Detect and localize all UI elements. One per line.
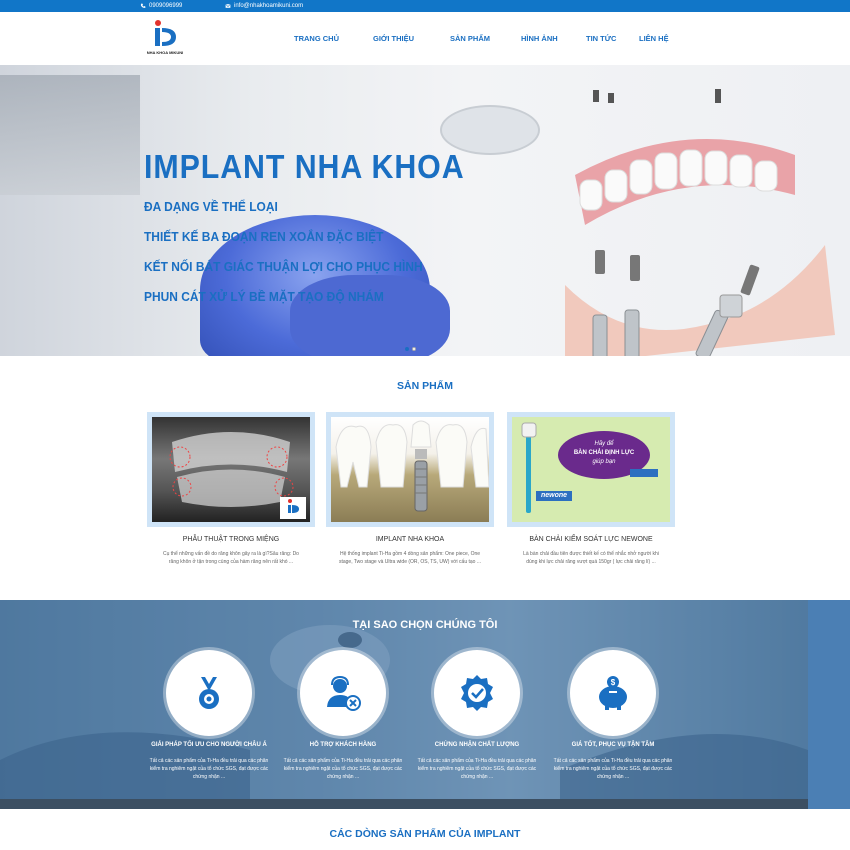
email-address: info@nhakhoamikuni.com	[234, 3, 304, 9]
feature-icon-circle	[434, 650, 520, 736]
nav-contact[interactable]: LIÊN HỆ	[639, 34, 669, 43]
feature-icon-circle	[166, 650, 252, 736]
brush-banner-line-3: giúp bạn	[592, 459, 616, 465]
feature-label: GIẢI PHÁP TỐI ƯU CHO NGƯỜI CHÂU Á	[151, 742, 267, 748]
logo-text: NHA KHOA MIKUNI	[146, 50, 184, 55]
logo-mark	[155, 20, 176, 46]
feature-3: CHỨNG NHẬN CHẤT LƯỢNG Tất cả các sản phẩ…	[407, 650, 547, 781]
implant-illustration	[565, 89, 835, 356]
brush-banner-line-1: Hãy để	[594, 441, 614, 447]
product-name[interactable]: IMPLANT NHA KHOA	[326, 536, 494, 543]
product-description: Cụ thể những vấn đề do răng khôn gây ra …	[163, 551, 299, 565]
top-bar: 0909096999 info@nhakhoamikuni.com	[0, 0, 850, 12]
feature-text: Tất cả các sản phẩm của Ti-Ha đều trải q…	[417, 758, 537, 780]
email-contact[interactable]: info@nhakhoamikuni.com	[225, 0, 303, 12]
section-bottom-bar	[0, 799, 808, 809]
nav-products[interactable]: SẢN PHẨM	[450, 34, 490, 43]
quality-badge-icon	[461, 675, 493, 711]
phone-icon	[140, 3, 146, 8]
product-card-1[interactable]: PHẪU THUẬT TRONG MIỆNG Cụ thể những vấn …	[147, 412, 315, 566]
product-name[interactable]: BÀN CHẢI KIỂM SOÁT LỰC NEWONE	[507, 536, 675, 543]
phone-contact[interactable]: 0909096999	[140, 0, 182, 12]
product-image-implant	[331, 417, 489, 522]
feature-label: GIÁ TỐT, PHỤC VỤ TẬN TÂM	[571, 742, 655, 748]
why-choose-us-section: TẠI SAO CHỌN CHÚNG TÔI GIẢI PHÁP TỐI ƯU …	[0, 600, 850, 809]
email-icon	[225, 3, 231, 8]
hero-title: IMPLANT NHA KHOA	[144, 148, 465, 185]
feature-text: Tất cả các sản phẩm của Ti-Ha đều trải q…	[553, 758, 673, 780]
customer-support-icon	[327, 675, 361, 711]
product-image-toothbrush: Hãy để BÀN CHẢI ĐỊNH LỰC giúp bạn newone	[512, 417, 670, 522]
piggy-bank-icon: $	[599, 676, 627, 710]
hero-line-4: PHUN CÁT XỬ LÝ BỀ MẶT TẠO ĐỘ NHÁM	[144, 289, 384, 304]
product-name[interactable]: PHẪU THUẬT TRONG MIỆNG	[147, 536, 315, 543]
nav-about[interactable]: GIỚI THIỆU	[373, 34, 414, 43]
feature-icon-circle	[300, 650, 386, 736]
feature-label: CHỨNG NHẬN CHẤT LƯỢNG	[434, 742, 520, 748]
site-logo[interactable]: NHA KHOA MIKUNI	[143, 19, 187, 59]
brush-brand-logo: newone	[540, 492, 568, 499]
medal-icon	[199, 677, 219, 709]
feature-label: HỖ TRỢ KHÁCH HÀNG	[309, 742, 377, 748]
why-title: TẠI SAO CHỌN CHÚNG TÔI	[352, 619, 498, 631]
implant-lines-title: CÁC DÒNG SẢN PHẨM CỦA IMPLANT	[329, 828, 521, 840]
product-image-xray	[152, 417, 310, 522]
product-description: Là bàn chải đầu tiên được thiết kế có th…	[523, 551, 659, 565]
nav-home[interactable]: TRANG CHỦ	[294, 34, 339, 43]
product-image-frame	[326, 412, 494, 527]
hero-line-3: KẾT NỐI BÁT GIÁC THUẬN LỢI CHO PHỤC HÌNH	[144, 259, 423, 274]
product-image-frame	[147, 412, 315, 527]
hero-slider[interactable]: IMPLANT NHA KHOA ĐA DẠNG VỀ THỂ LOẠI THI…	[0, 65, 850, 356]
hero-line-2: THIẾT KẾ BA ĐOẠN REN XOẮN ĐẶC BIỆT	[144, 229, 384, 244]
feature-1: GIẢI PHÁP TỐI ƯU CHO NGƯỜI CHÂU Á Tất cả…	[139, 650, 279, 781]
background-window	[0, 75, 140, 195]
hero-line-1: ĐA DẠNG VỀ THỂ LOẠI	[144, 199, 278, 214]
feature-2: HỖ TRỢ KHÁCH HÀNG Tất cả các sản phẩm củ…	[273, 650, 413, 781]
nav-gallery[interactable]: HÌNH ẢNH	[521, 34, 558, 43]
products-title: SẢN PHẨM	[396, 380, 453, 392]
slider-dots	[405, 347, 416, 351]
nav-news[interactable]: TIN TỨC	[586, 34, 616, 43]
svg-text:$: $	[611, 678, 616, 687]
feature-4: $ GIÁ TỐT, PHỤC VỤ TẬN TÂM Tất cả các sả…	[543, 650, 683, 781]
dental-chair-seat	[290, 275, 450, 356]
feature-text: Tất cả các sản phẩm của Ti-Ha đều trải q…	[149, 758, 269, 780]
product-card-3[interactable]: Hãy để BÀN CHẢI ĐỊNH LỰC giúp bạn newone…	[507, 412, 675, 566]
feature-text: Tất cả các sản phẩm của Ti-Ha đều trải q…	[283, 758, 403, 780]
phone-number: 0909096999	[149, 3, 183, 9]
product-image-frame: Hãy để BÀN CHẢI ĐỊNH LỰC giúp bạn newone	[507, 412, 675, 527]
product-description: Hệ thống implant Ti-Ha gồm 4 dòng sản ph…	[338, 551, 482, 565]
feature-icon-circle: $	[570, 650, 656, 736]
brush-banner-line-2: BÀN CHẢI ĐỊNH LỰC	[573, 450, 635, 456]
site-header: NHA KHOA MIKUNI TRANG CHỦ GIỚI THIỆU SẢN…	[0, 12, 850, 65]
slider-dot-1[interactable]	[405, 347, 409, 351]
slider-dot-2[interactable]	[412, 347, 416, 351]
product-card-2[interactable]: IMPLANT NHA KHOA Hệ thống implant Ti-Ha …	[326, 412, 494, 566]
side-stripe	[808, 600, 850, 809]
